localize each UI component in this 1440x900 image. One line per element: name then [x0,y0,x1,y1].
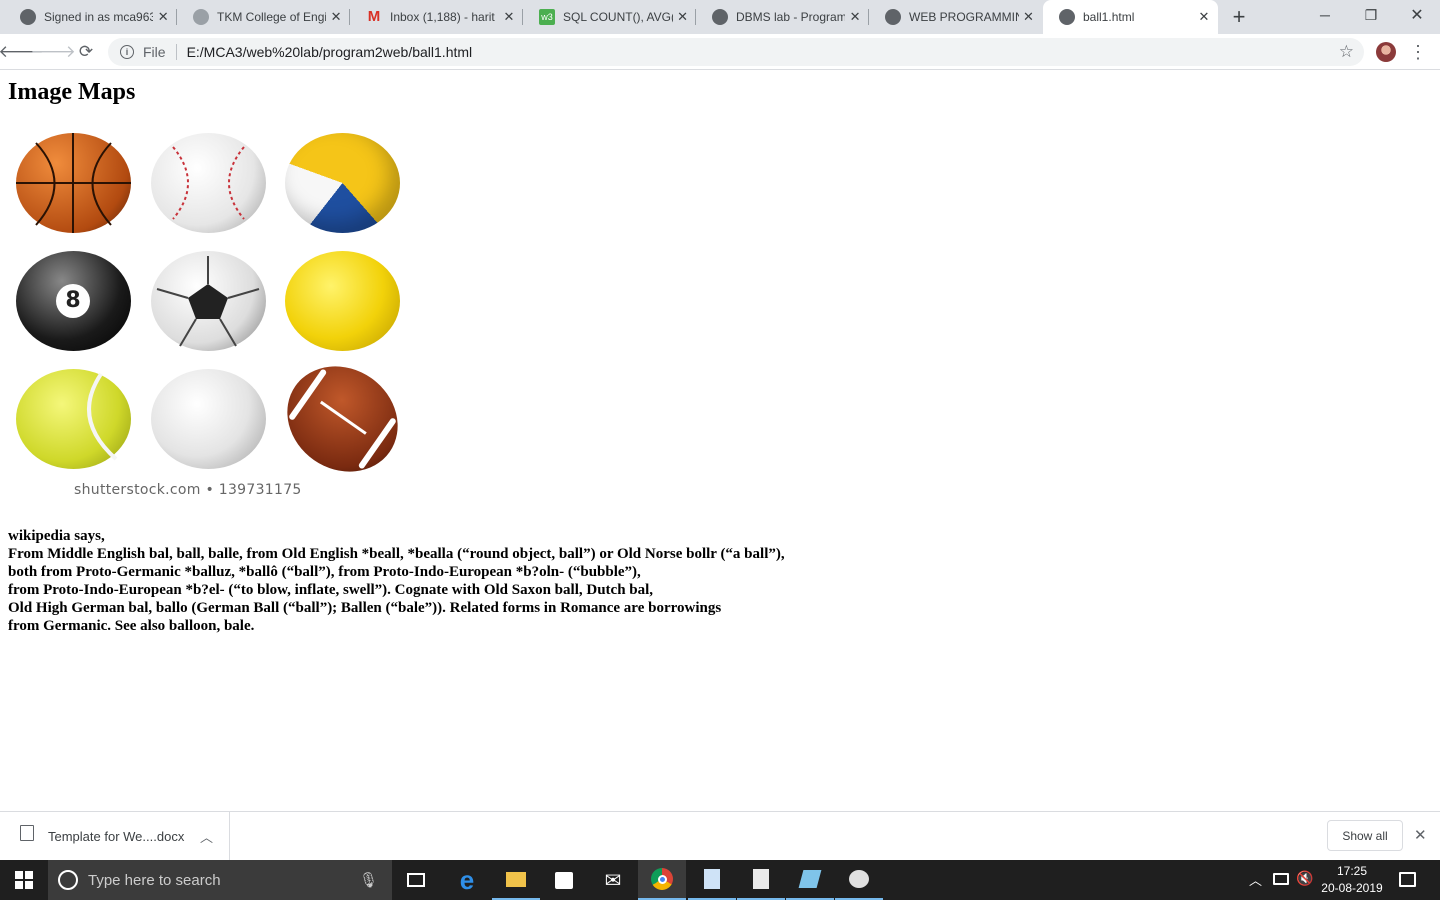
search-icon [58,870,78,890]
menu-icon[interactable]: ⋮ [1404,38,1432,66]
tab-tkm-college[interactable]: TKM College of Engi ✕ [177,0,350,34]
address-bar[interactable]: i File E:/MCA3/web%20lab/program2web/bal… [108,38,1364,66]
basketball-area[interactable] [16,133,131,233]
new-tab-button[interactable]: + [1222,2,1256,32]
close-icon[interactable]: ✕ [1194,9,1214,25]
text-line: from Germanic. See also balloon, bale. [8,618,255,634]
mail-icon[interactable]: ✉ [589,860,637,900]
windows-taskbar: Type here to search 🎙 e ✉ ︿ 🔇 17:25 20-0… [0,860,1440,900]
tab-title: WEB PROGRAMMIN [909,10,1019,24]
page-heading: Image Maps [8,79,136,105]
wordpad-icon[interactable] [786,860,834,900]
close-icon[interactable]: ✕ [153,9,173,25]
tab-title: ball1.html [1083,10,1135,24]
paint-icon[interactable] [835,860,883,900]
avatar[interactable] [1376,42,1396,62]
globe-icon [885,9,901,25]
yellow-ball-area[interactable] [285,251,400,351]
close-icon[interactable]: ✕ [673,9,692,25]
downloads-bar: Template for We....docx ︿ Show all ✕ [0,811,1440,860]
microphone-icon[interactable]: 🎙 [359,871,378,889]
notifications-icon[interactable] [1399,872,1416,887]
tab-web-programming[interactable]: WEB PROGRAMMIN ✕ [869,0,1042,34]
restore-button[interactable]: ❐ [1348,0,1394,30]
tab-sql-count[interactable]: w3 SQL COUNT(), AVG() ✕ [523,0,696,34]
minimize-button[interactable]: ─ [1302,0,1348,30]
text-line: both from Proto-Germanic *balluz, *ballô… [8,564,641,580]
baseball-area[interactable] [151,133,266,233]
browser-toolbar: 🡐 🡒 ⟳ i File E:/MCA3/web%20lab/program2w… [0,34,1440,70]
gmail-icon: M [367,8,381,25]
clock-time: 17:25 [1336,864,1368,878]
info-icon[interactable]: i [120,45,134,59]
volleyball-area[interactable] [285,133,400,233]
close-icon[interactable]: ✕ [1019,9,1038,25]
close-icon[interactable]: ✕ [499,9,519,25]
clock[interactable]: 17:25 20-08-2019 [1318,863,1386,897]
document-icon [20,825,34,841]
chrome-icon[interactable] [638,860,686,900]
image-credit: shutterstock.com • 139731175 [74,482,302,498]
w3schools-icon: w3 [539,9,555,25]
globe-icon [712,9,728,25]
golf-ball-area[interactable] [151,369,266,469]
tab-title: DBMS lab - Program [736,10,846,24]
football-area[interactable] [266,345,419,493]
college-logo-icon [193,9,209,25]
tab-title: TKM College of Engi [217,10,327,24]
clock-date: 20-08-2019 [1321,881,1383,895]
tab-title: Inbox (1,188) - harit [390,10,495,24]
globe-icon [1059,9,1075,25]
start-button[interactable] [0,860,48,900]
wikipedia-text: wikipedia says, From Middle English bal,… [8,527,785,635]
chevron-up-icon[interactable]: ︿ [200,827,213,846]
soccer-ball-area[interactable] [151,251,266,351]
tab-dbms-lab[interactable]: DBMS lab - Program ✕ [696,0,869,34]
show-hidden-icons[interactable]: ︿ [1249,870,1262,889]
text-line: Old High German bal, ballo (German Ball … [8,600,722,616]
tab-signed-in[interactable]: Signed in as mca963 ✕ [4,0,177,34]
image-map: 8 shutterstock.com • 139731175 [8,128,419,508]
forward-button[interactable]: 🡒 [30,38,76,66]
scheme-label: File [143,44,166,60]
bookmark-star-icon[interactable]: ☆ [1339,42,1354,62]
tab-title: Signed in as mca963 [44,10,154,24]
url-text[interactable]: E:/MCA3/web%20lab/program2web/ball1.html [187,44,473,60]
close-icon[interactable]: ✕ [326,9,346,25]
tab-gmail-inbox[interactable]: M Inbox (1,188) - harit ✕ [350,0,523,34]
close-window-button[interactable]: ✕ [1394,0,1440,30]
close-icon[interactable]: ✕ [845,9,865,25]
search-placeholder: Type here to search [88,871,221,889]
tab-title: SQL COUNT(), AVG() [563,10,674,24]
show-all-button[interactable]: Show all [1327,820,1403,851]
text-line: From Middle English bal, ball, balle, fr… [8,546,785,562]
task-view-icon[interactable] [392,860,440,900]
edge-icon[interactable]: e [443,860,491,900]
volume-muted-icon[interactable]: 🔇 [1296,870,1313,887]
globe-icon [20,9,36,25]
network-icon[interactable] [1273,873,1289,885]
store-icon[interactable] [540,860,588,900]
image-viewer-icon[interactable] [737,860,785,900]
close-downloads-icon[interactable]: ✕ [1414,826,1427,844]
windows-logo-icon [15,871,33,889]
download-item[interactable]: Template for We....docx ︿ [0,812,230,860]
download-filename: Template for We....docx [48,828,185,844]
taskbar-search[interactable]: Type here to search 🎙 [48,860,392,900]
reload-button[interactable]: ⟳ [72,38,100,66]
text-line: from Proto-Indo-European *b?el- (“to blo… [8,582,654,598]
page-content: Image Maps 8 shutterstock.com • 13973117… [0,71,1440,811]
tab-strip: Signed in as mca963 ✕ TKM College of Eng… [0,0,1440,34]
tab-ball1-html[interactable]: ball1.html ✕ [1043,0,1218,34]
file-explorer-icon[interactable] [492,860,540,900]
notepad-icon[interactable] [688,860,736,900]
tennis-ball-area[interactable] [16,369,131,469]
text-line: wikipedia says, [8,528,105,544]
eight-ball-area[interactable]: 8 [16,251,131,351]
